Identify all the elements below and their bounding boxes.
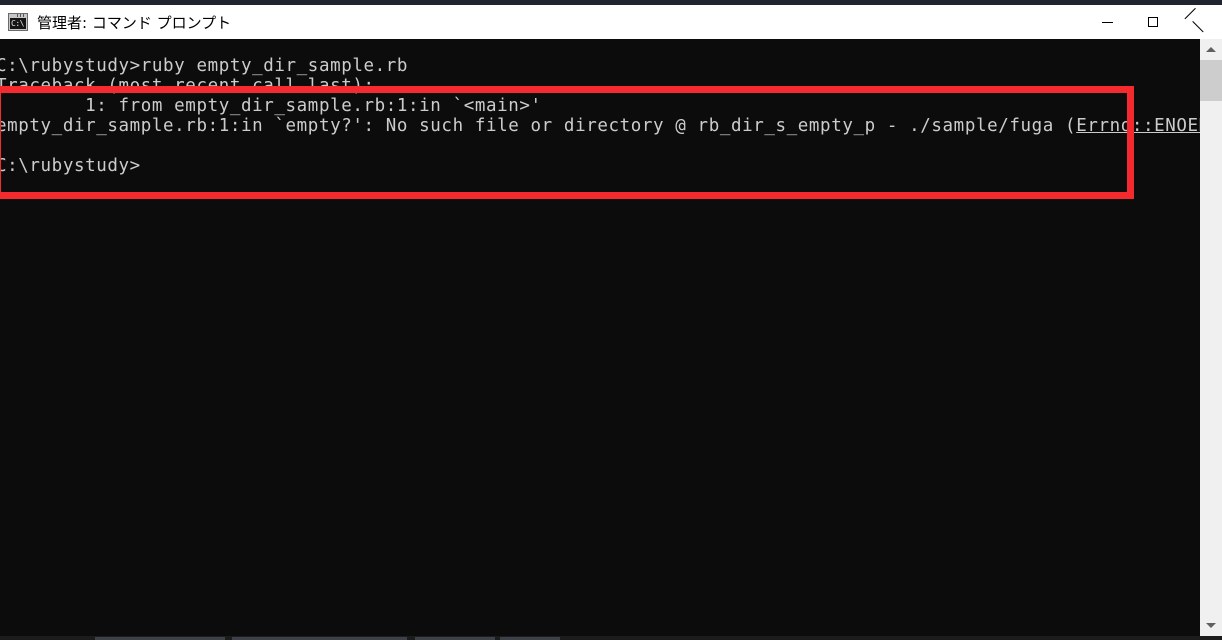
command-prompt-window: C:\ 管理者: コマンド プロンプト C:\rubystudy>ruby em… [0,0,1222,640]
close-button[interactable] [1176,5,1222,39]
console-line-2: Traceback (most recent call last): [0,76,375,96]
cmd-icon-prompt-text: C:\ [11,19,24,28]
console-prompt-line: C:\rubystudy> [0,156,141,176]
window-title: 管理者: コマンド プロンプト [37,13,232,32]
cmd-icon: C:\ [8,13,28,31]
minimize-icon [1101,21,1113,23]
minimize-button[interactable] [1084,5,1130,39]
scroll-down-button[interactable] [1200,615,1222,636]
scroll-thumb[interactable] [1200,60,1222,101]
console-line-4-text: empty_dir_sample.rb:1:in `empty?': No su… [0,116,1077,136]
close-icon [1193,16,1205,28]
scroll-up-button[interactable] [1200,39,1222,60]
scroll-up-arrow-icon [1206,47,1216,52]
title-bar[interactable]: C:\ 管理者: コマンド プロンプト [0,5,1222,39]
console-line-4: empty_dir_sample.rb:1:in `empty?': No su… [0,116,1200,136]
maximize-button[interactable] [1130,5,1176,39]
taskbar-sliver [0,636,1222,640]
error-class-link[interactable]: Errno::ENOENT [1076,116,1200,136]
console-output-area[interactable]: C:\rubystudy>ruby empty_dir_sample.rb Tr… [0,39,1200,636]
scroll-down-arrow-icon [1206,623,1216,628]
console-line-3: 1: from empty_dir_sample.rb:1:in `<main>… [0,96,542,116]
console-line-1: C:\rubystudy>ruby empty_dir_sample.rb [0,56,409,76]
console-scrollbar[interactable] [1200,39,1222,636]
window-controls [1084,5,1222,39]
maximize-icon [1148,17,1158,27]
